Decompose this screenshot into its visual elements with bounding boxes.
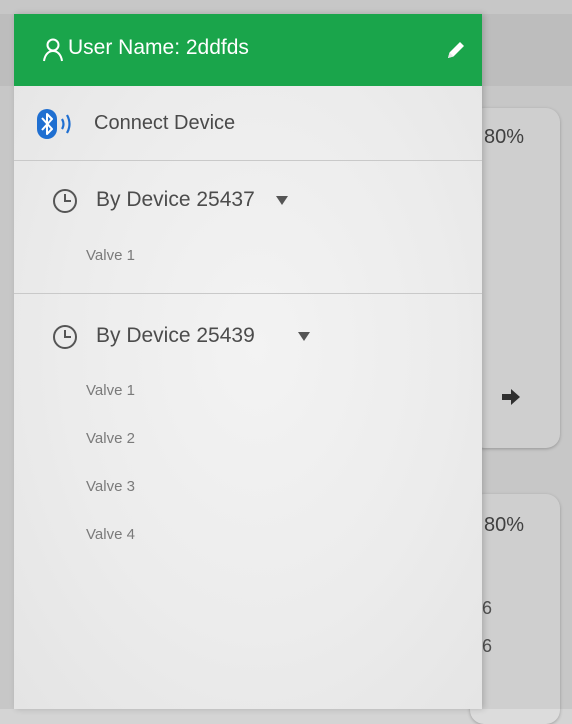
valve-item[interactable]: Valve 1 — [86, 382, 135, 399]
device-group-header[interactable]: By Device 25439 — [14, 310, 482, 362]
caret-down-icon — [298, 332, 310, 341]
user-icon — [43, 38, 63, 62]
bluetooth-icon — [37, 109, 71, 139]
edit-pencil-icon[interactable] — [444, 38, 468, 62]
connect-device-label: Connect Device — [94, 112, 236, 134]
divider — [14, 293, 482, 294]
valve-item[interactable]: Valve 4 — [86, 526, 135, 543]
connect-device-item[interactable]: Connect Device — [14, 86, 482, 160]
valve-item[interactable]: Valve 3 — [86, 478, 135, 495]
device-group-header[interactable]: By Device 25437 — [14, 174, 482, 226]
device-group-label: By Device 25437 — [96, 188, 255, 211]
drawer-header: User Name: 2ddfds — [14, 14, 482, 86]
divider — [14, 160, 482, 161]
clock-icon — [53, 325, 77, 349]
clock-icon — [53, 189, 77, 213]
user-name-label: User Name: 2ddfds — [68, 36, 249, 59]
navigation-drawer: User Name: 2ddfds Connect Device By Devi… — [14, 14, 482, 709]
valve-item[interactable]: Valve 1 — [86, 247, 135, 264]
caret-down-icon — [276, 196, 288, 205]
device-group-label: By Device 25439 — [96, 324, 255, 347]
valve-item[interactable]: Valve 2 — [86, 430, 135, 447]
